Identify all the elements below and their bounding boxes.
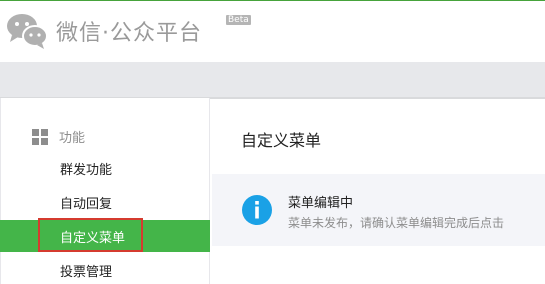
grid-icon	[32, 128, 48, 145]
info-icon	[242, 195, 272, 225]
sidebar-item-label: 投票管理	[60, 264, 113, 280]
sidebar-section-header: 功能	[32, 127, 85, 146]
wechat-logo-icon	[7, 14, 48, 49]
sidebar-item-vote-management[interactable]: 投票管理	[0, 254, 210, 284]
sidebar-item-mass-send[interactable]: 群发功能	[0, 152, 210, 184]
sidebar-item-label: 自动回复	[60, 196, 113, 212]
sidebar-item-custom-menu[interactable]: 自定义菜单	[0, 220, 210, 252]
sidebar-section-label: 功能	[59, 131, 86, 146]
sidebar-item-auto-reply[interactable]: 自动回复	[0, 186, 210, 218]
brand-text: 微信·公众平台	[56, 21, 202, 46]
sidebar-item-label: 群发功能	[60, 162, 113, 178]
brand-logo[interactable]: 微信·公众平台	[4, 9, 202, 53]
page-title: 自定义菜单	[241, 131, 322, 150]
notice-title: 菜单编辑中	[288, 196, 354, 211]
beta-badge: Beta	[226, 15, 251, 25]
header-band	[0, 62, 545, 98]
menu-editing-notice: 菜单编辑中 菜单未发布，请确认菜单编辑完成后点击	[212, 174, 545, 246]
notice-description: 菜单未发布，请确认菜单编辑完成后点击	[288, 216, 505, 230]
sidebar-item-label: 自定义菜单	[60, 230, 126, 246]
top-header: 微信·公众平台 Beta	[0, 0, 545, 62]
